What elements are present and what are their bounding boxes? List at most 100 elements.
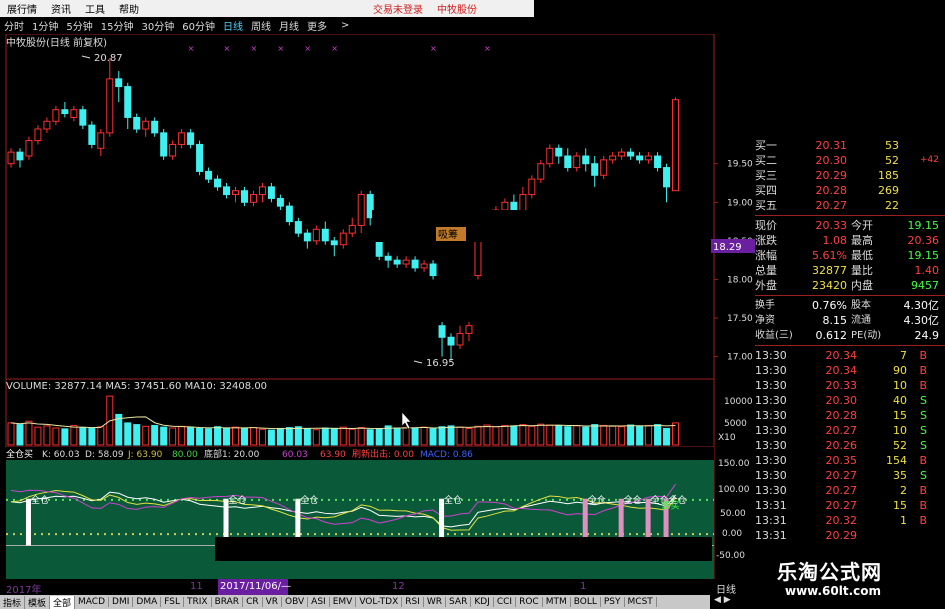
bid-change <box>899 183 939 198</box>
tab-dmi[interactable]: DMI <box>109 597 134 607</box>
period-tab-60min[interactable]: 60分钟 <box>178 18 219 33</box>
bid-change <box>899 168 939 183</box>
tab-all[interactable]: 全部 <box>50 595 76 609</box>
watermark-title: 乐淘公式网 <box>777 560 882 584</box>
volume-bar <box>618 426 626 446</box>
tab-template[interactable]: 模板 <box>25 595 51 609</box>
volume-bar <box>501 424 509 446</box>
chart-area[interactable]: × × × × × × × × 中牧股份(日线 前复权) 20.87 16.95 吸筹 19.… <box>0 34 755 579</box>
signal-marker: × <box>224 44 231 53</box>
tab-fsl[interactable]: FSL <box>161 597 184 607</box>
tab-emv[interactable]: EMV <box>330 597 357 607</box>
period-tab-30min[interactable]: 30分钟 <box>137 18 178 33</box>
divider <box>755 215 945 216</box>
volume-bar <box>519 424 527 446</box>
fund-value: 4.30亿 <box>903 299 940 312</box>
period-tab-monthly[interactable]: 月线 <box>275 18 303 33</box>
candle-body <box>61 109 69 115</box>
tick-row: 13:31 20.32 1 B <box>755 513 945 528</box>
volume-bar <box>429 428 437 446</box>
tab-dma[interactable]: DMA <box>133 597 162 607</box>
candle-body <box>124 86 132 118</box>
tab-obv[interactable]: OBV <box>282 597 309 607</box>
candle-body <box>645 155 653 161</box>
tab-trix[interactable]: TRIX <box>184 597 212 607</box>
tick-side: S <box>920 439 927 452</box>
period-tab-more[interactable]: 更多 <box>303 18 331 33</box>
tab-wr[interactable]: WR <box>424 597 447 607</box>
stat-label: 量比 <box>851 264 873 277</box>
tab-cr[interactable]: CR <box>243 597 263 607</box>
candle-body <box>339 232 347 246</box>
volume-bar <box>223 427 231 446</box>
indicator-tick-100: 100.00 <box>718 485 750 495</box>
tab-sar[interactable]: SAR <box>446 597 472 607</box>
candle-body <box>43 120 51 130</box>
volume-tick-5000: 5000 <box>724 419 747 429</box>
period-tab-15min[interactable]: 15分钟 <box>97 18 138 33</box>
tab-mcst[interactable]: MCST <box>625 597 657 607</box>
chevron-right-icon[interactable]: > <box>337 20 353 31</box>
menu-item-help[interactable]: 帮助 <box>112 1 146 16</box>
price-chart-title: 中牧股份(日线 前复权) <box>6 36 107 49</box>
volume-bar <box>510 425 518 446</box>
tab-rsi[interactable]: RSI <box>402 597 424 607</box>
tick-side: B <box>919 514 927 527</box>
tab-brar[interactable]: BRAR <box>212 597 244 607</box>
scroll-arrows-icon[interactable]: ◀ ▶ <box>714 595 731 605</box>
stat-value: 20.33 <box>815 219 848 232</box>
period-tab-timeshare[interactable]: 分时 <box>0 18 28 33</box>
stat-label: 外盘 <box>755 279 777 292</box>
period-tab-weekly[interactable]: 周线 <box>247 18 275 33</box>
tab-vr[interactable]: VR <box>263 597 283 607</box>
tab-macd[interactable]: MACD <box>75 597 110 607</box>
tick-row: 13:31 20.27 15 B <box>755 498 945 513</box>
period-bar: 分时 1分钟 5分钟 15分钟 30分钟 60分钟 日线 周线 月线 更多 > <box>0 17 534 34</box>
volume-bar <box>573 425 581 446</box>
tab-roc[interactable]: ROC <box>516 597 543 607</box>
tick-list[interactable]: 13:30 20.34 7 B 13:30 20.34 90 B 13:30 20.33 10 B 13… <box>755 348 945 543</box>
candle-body <box>34 128 42 142</box>
period-tab-5min[interactable]: 5分钟 <box>62 18 96 33</box>
candle-body <box>169 143 177 157</box>
tab-mtm[interactable]: MTM <box>543 597 571 607</box>
stat-row: 总量 32877 量比 1.40 <box>755 263 945 278</box>
tab-vol-tdx[interactable]: VOL-TDX <box>356 597 403 607</box>
tick-price: 20.28 <box>825 409 858 422</box>
bid-row: 买五 20.27 22 <box>755 198 945 213</box>
candle-body <box>7 151 15 165</box>
signal-label: 全仓 <box>31 494 49 506</box>
tick-row: 13:30 20.27 2 B <box>755 483 945 498</box>
candle-body <box>178 132 186 145</box>
volume-bar <box>339 426 347 446</box>
bid-price: 20.30 <box>815 154 848 167</box>
menu-item-news[interactable]: 资讯 <box>44 1 78 16</box>
period-tab-daily[interactable]: 日线 <box>219 18 247 33</box>
tick-side <box>907 528 927 543</box>
tab-cci[interactable]: CCI <box>494 597 517 607</box>
period-tab-1min[interactable]: 1分钟 <box>28 18 62 33</box>
tick-time: 13:30 <box>755 364 787 377</box>
tab-boll[interactable]: BOLL <box>571 597 601 607</box>
login-status[interactable]: 交易未登录 <box>366 1 430 16</box>
candle-body <box>106 78 114 134</box>
tab-indicator[interactable]: 指标 <box>0 595 26 609</box>
menu-item-tools[interactable]: 工具 <box>78 1 112 16</box>
signal-marker: × <box>250 44 257 53</box>
candle-body <box>402 259 410 265</box>
candle-body <box>160 132 168 157</box>
tab-kdj[interactable]: KDJ <box>471 597 494 607</box>
tab-psy[interactable]: PSY <box>601 597 625 607</box>
candle-body <box>321 228 329 242</box>
period-indicator-box: 日线 ◀ ▶ <box>710 579 755 609</box>
stock-name-tab[interactable]: 中牧股份 <box>430 1 484 16</box>
volume-bar <box>61 428 69 446</box>
volume-bar <box>25 420 33 446</box>
indicator-k: K: 60.03 <box>42 450 80 460</box>
tab-asi[interactable]: ASI <box>308 597 330 607</box>
volume-bar <box>654 424 662 446</box>
volume-unit-label: X10 <box>718 433 736 443</box>
menu-item-market[interactable]: 展行情 <box>0 1 44 16</box>
tick-volume: 2 <box>900 484 907 497</box>
candle-body <box>546 147 554 165</box>
